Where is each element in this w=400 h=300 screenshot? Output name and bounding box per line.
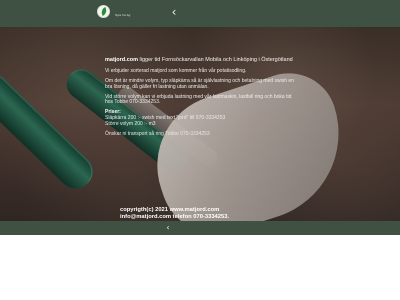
paragraph-two: Om det är mindre volym, typ släpkärra så… <box>105 78 294 90</box>
paragraph-three: Vid större volym kan vi erbjuda lastning… <box>105 93 292 106</box>
page-bottom-area <box>0 235 400 300</box>
paragraph-one: Vi erbjuder sorterad matjord som kommer … <box>105 68 247 75</box>
hero-background: matjord.com ligger tid Fornsöckarvallan … <box>0 27 400 221</box>
intro-text: matjord.com ligger tid Fornsöckarvallan … <box>105 57 295 63</box>
copyright-line: copyrigth(c) 2021 www.matjord.com <box>120 207 220 213</box>
site-logo[interactable]: Sjos hö-ög <box>93 3 130 23</box>
chevron-left-icon[interactable]: ‹ <box>170 4 178 20</box>
main-content: matjord.com ligger tid Fornsöckarvallan … <box>105 57 295 137</box>
brand-name: matjord.com <box>105 57 139 63</box>
price-line-two: Större volym 200 :- m3 <box>105 120 156 127</box>
transport-note: Önskar ni transport så ring Tobbe 070-33… <box>105 130 210 137</box>
contact-line: info@matjord.com telefon 070-3334253. <box>120 213 230 220</box>
top-navigation-bar <box>0 0 400 27</box>
intro-description: ligger tid Fornsöckarvallan Mobila och L… <box>138 57 293 63</box>
footer-info: copyrigth(c) 2021 www.matjord.com info@m… <box>120 207 260 220</box>
logo-text: Sjos hö-ög <box>115 13 131 17</box>
bottom-navigation-bar <box>0 221 400 235</box>
chevron-left-icon-bottom[interactable]: ‹ <box>164 224 172 232</box>
logo-icon <box>97 5 110 18</box>
